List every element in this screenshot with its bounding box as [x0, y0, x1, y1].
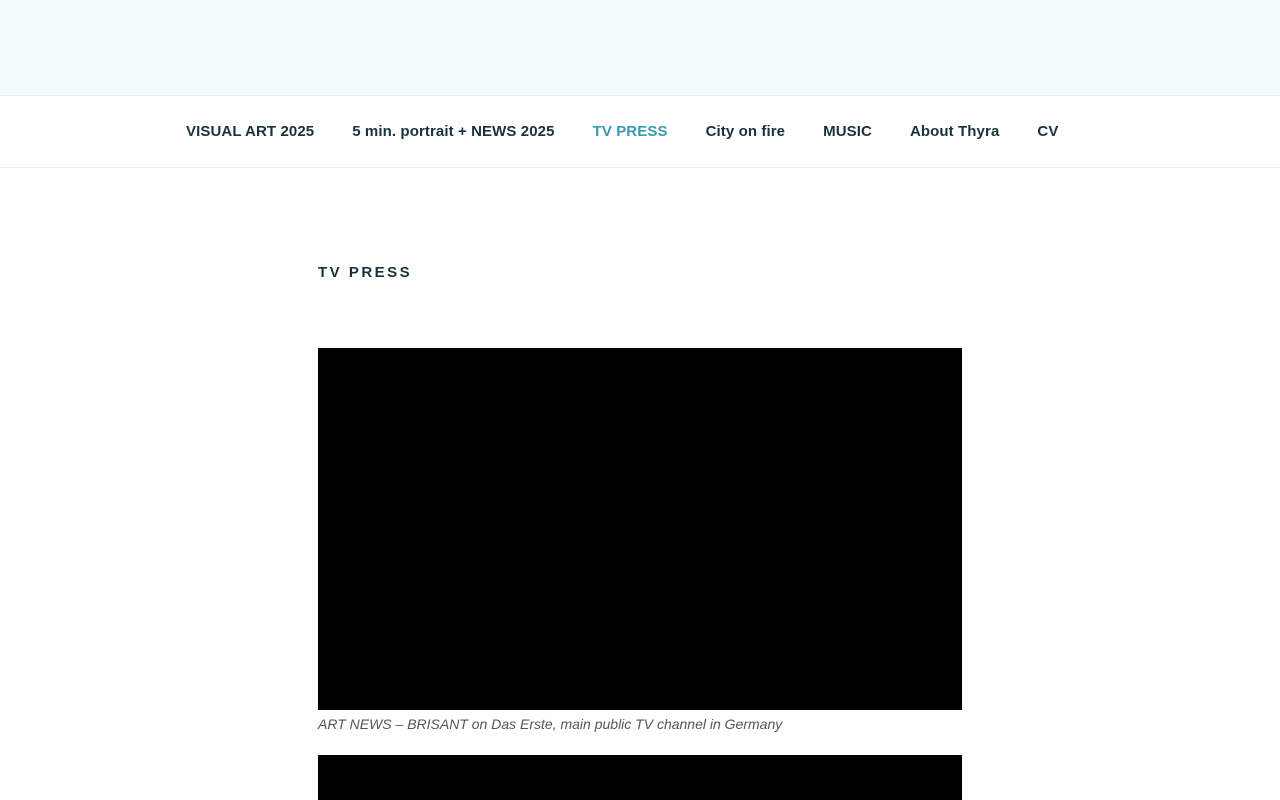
nav-link-5-min-portrait-news-2025[interactable]: 5 min. portrait + NEWS 2025	[333, 113, 573, 150]
video-caption: ART NEWS – BRISANT on Das Erste, main pu…	[318, 716, 783, 732]
page-title: TV PRESS	[318, 264, 413, 281]
nav-link-city-on-fire[interactable]: City on fire	[687, 113, 805, 150]
video-player[interactable]	[318, 348, 962, 710]
main-navigation: VISUAL ART 2025 5 min. portrait + NEWS 2…	[0, 96, 1280, 168]
nav-item: City on fire	[687, 113, 805, 150]
nav-link-about-thyra[interactable]: About Thyra	[891, 113, 1018, 150]
nav-item: MUSIC	[804, 113, 891, 150]
nav-link-tv-press[interactable]: TV PRESS	[574, 113, 687, 150]
nav-item: VISUAL ART 2025	[167, 113, 333, 150]
page: VISUAL ART 2025 5 min. portrait + NEWS 2…	[0, 0, 1280, 800]
nav-link-music[interactable]: MUSIC	[804, 113, 891, 150]
nav-item: TV PRESS	[574, 113, 687, 150]
nav-link-visual-art-2025[interactable]: VISUAL ART 2025	[167, 113, 333, 150]
nav-link-cv[interactable]: CV	[1018, 113, 1077, 150]
nav-item: CV	[1018, 113, 1077, 150]
nav-item: About Thyra	[891, 113, 1018, 150]
video-player[interactable]	[318, 755, 962, 800]
nav-item: 5 min. portrait + NEWS 2025	[333, 113, 573, 150]
site-header	[0, 0, 1280, 96]
nav-menu: VISUAL ART 2025 5 min. portrait + NEWS 2…	[167, 96, 1077, 167]
